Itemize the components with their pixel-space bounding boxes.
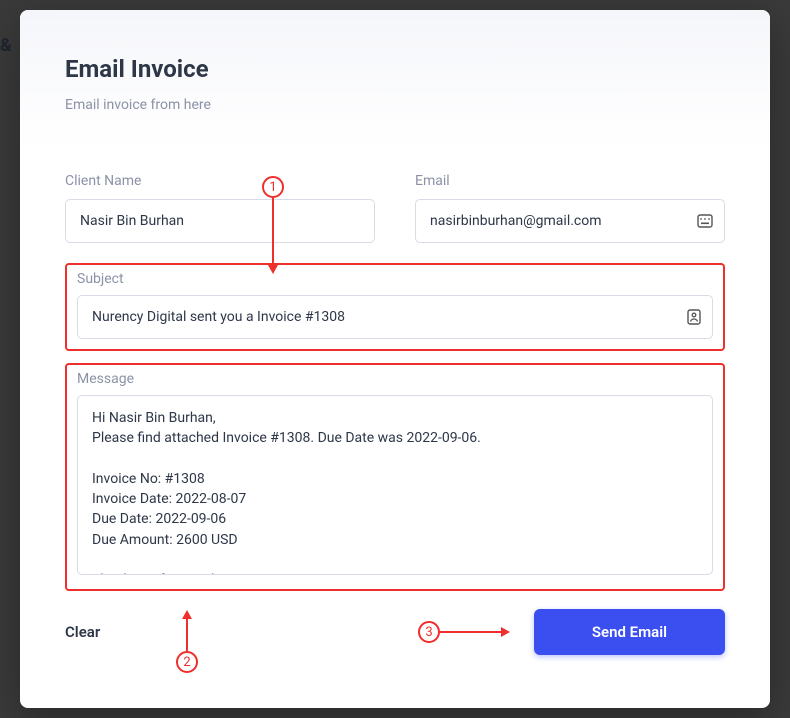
modal-subtitle: Email invoice from here xyxy=(65,97,725,113)
annotation-arrow-3 xyxy=(501,627,510,637)
annotation-arrow-1 xyxy=(268,265,278,274)
send-email-button[interactable]: Send Email xyxy=(534,609,725,655)
annotation-circle-2: 2 xyxy=(176,651,198,673)
client-name-input[interactable] xyxy=(65,199,375,243)
background-fragment: & xyxy=(0,35,12,56)
clear-button[interactable]: Clear xyxy=(65,623,100,641)
email-label: Email xyxy=(415,173,725,189)
subject-input[interactable] xyxy=(77,295,713,339)
email-field-group: Email xyxy=(415,173,725,243)
annotation-arrow-2 xyxy=(182,610,192,619)
client-name-label: Client Name xyxy=(65,173,375,189)
annotation-line-3 xyxy=(440,631,502,633)
modal-body: Client Name Email Subject xyxy=(20,148,770,685)
client-name-field: Client Name xyxy=(65,173,375,243)
annotation-line-2 xyxy=(186,618,188,652)
email-input[interactable] xyxy=(415,199,725,243)
email-invoice-modal: Email Invoice Email invoice from here Cl… xyxy=(20,10,770,708)
message-highlight: Message xyxy=(65,363,725,591)
subject-label: Subject xyxy=(77,271,713,287)
keyboard-icon xyxy=(697,214,713,228)
annotation-circle-3: 3 xyxy=(418,621,440,643)
annotation-circle-1: 1 xyxy=(262,176,284,198)
subject-highlight: Subject xyxy=(65,263,725,351)
modal-header: Email Invoice Email invoice from here xyxy=(20,10,770,148)
annotation-line-1 xyxy=(272,198,274,266)
contact-icon xyxy=(687,309,701,325)
modal-title: Email Invoice xyxy=(65,55,725,83)
modal-actions: Clear Send Email xyxy=(65,609,725,655)
message-textarea[interactable] xyxy=(77,395,713,575)
message-label: Message xyxy=(77,371,713,387)
row-client-email: Client Name Email xyxy=(65,173,725,243)
